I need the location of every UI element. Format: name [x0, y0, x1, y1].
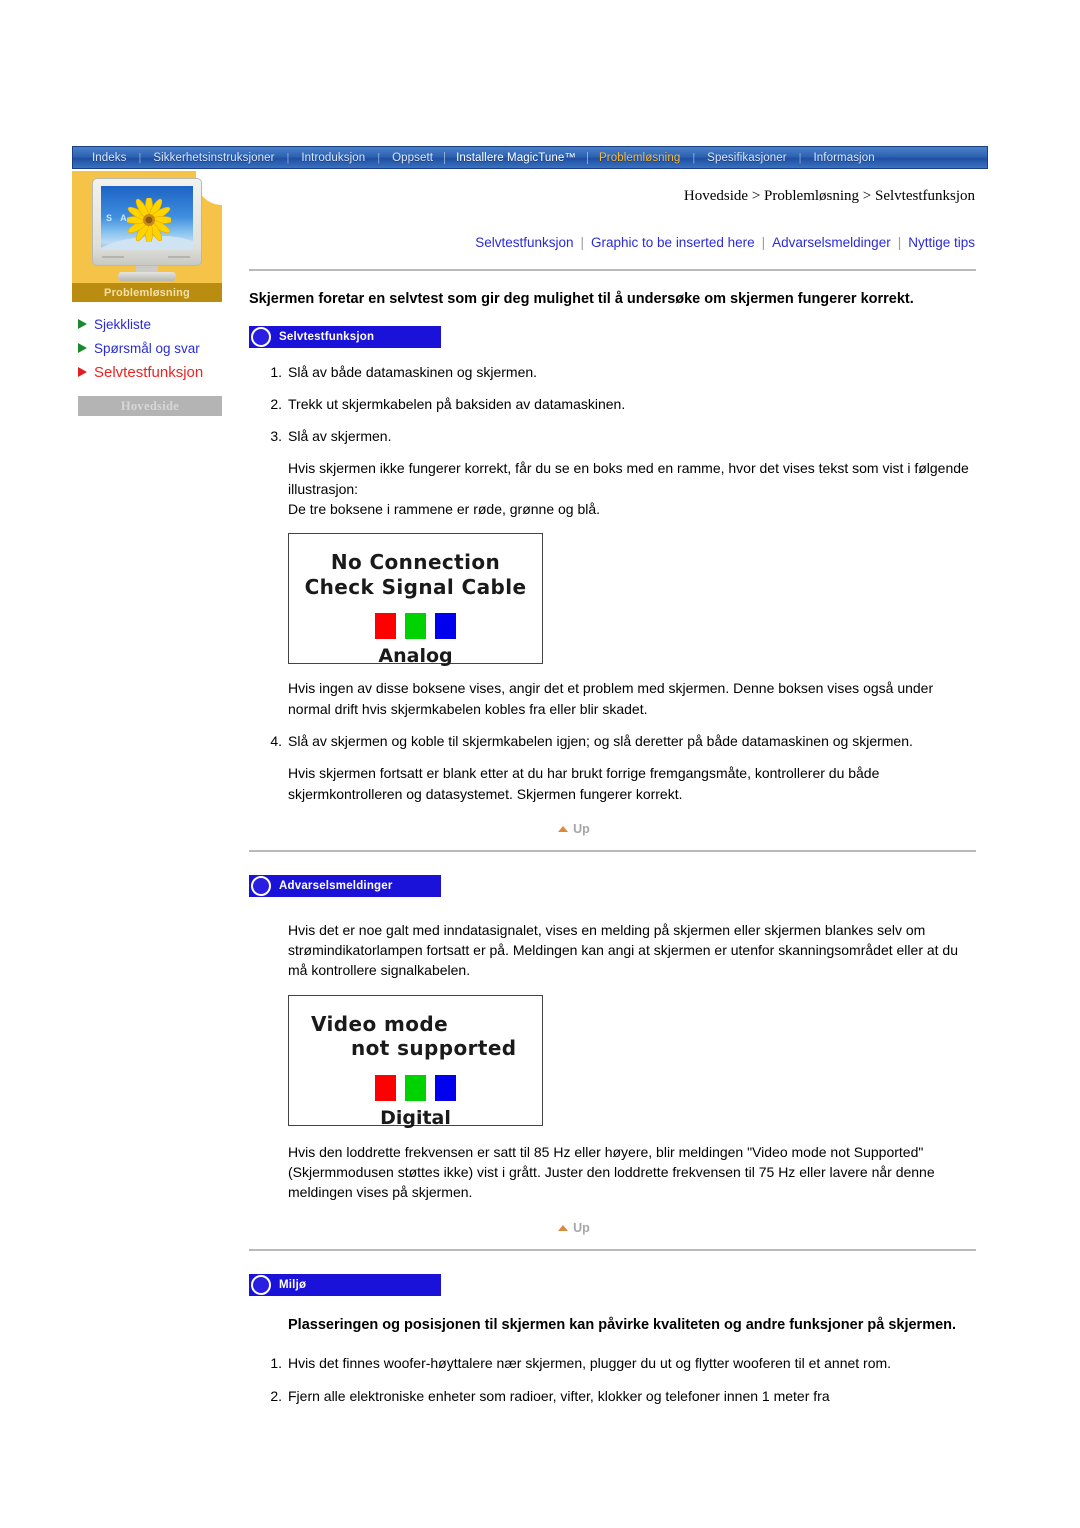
subnav-separator: | [897, 235, 902, 250]
section-banner-advarselsmeldinger: Advarselsmeldinger [249, 874, 441, 897]
section-banner-miljo: Miljø [249, 1273, 441, 1296]
section-banner-selvtestfunksjon: Selvtestfunksjon [249, 325, 441, 348]
sidebar-item-sporsmal-og-svar[interactable]: Spørsmål og svar [78, 336, 222, 360]
circle-bullet-icon [251, 1274, 271, 1295]
subnav-link-nyttige-tips[interactable]: Nyttige tips [908, 235, 975, 250]
divider-top [249, 269, 976, 271]
digital-message-box: Video mode not supported Digital [288, 994, 543, 1129]
nav-item-indeks[interactable]: Indeks [81, 152, 137, 164]
sunflower-icon [124, 195, 174, 247]
breadcrumb: Hovedside > Problemløsning > Selvtestfun… [683, 188, 975, 204]
arrow-right-icon [78, 367, 87, 377]
list-item: Fjern alle elektroniske enheter som radi… [260, 1386, 830, 1407]
triangle-up-icon [558, 1224, 569, 1231]
nav-item-spesifikasjoner[interactable]: Spesifikasjoner [696, 152, 797, 164]
selvtest-step-list: Slå av både datamaskinen og skjermen. Tr… [240, 362, 988, 447]
up-link-label: Up [573, 821, 590, 836]
sidebar-link-list: Sjekkliste Spørsmål og svar Selvtestfunk… [72, 302, 222, 384]
swatch-red [375, 613, 396, 640]
divider-section3 [249, 1248, 976, 1251]
subnav-link-selvtestfunksjon[interactable]: Selvtestfunksjon [475, 235, 573, 250]
subnav-link-advarselsmeldinger[interactable]: Advarselsmeldinger [772, 235, 891, 250]
page-root: Indeks | Sikkerhetsinstruksjoner | Intro… [0, 0, 1080, 1528]
nav-item-problemlosning[interactable]: Problemløsning [588, 152, 691, 164]
sidebar-item-label[interactable]: Spørsmål og svar [94, 341, 200, 356]
page-lead-text: Skjermen foretar en selvtest som gir deg… [249, 291, 914, 307]
analog-message-line1: No Connection [330, 550, 501, 575]
monitor-stand-base [118, 272, 176, 281]
section-banner-label: Selvtestfunksjon [279, 330, 375, 343]
list-item: Trekk ut skjermkabelen på baksiden av da… [260, 394, 626, 415]
selvtest-note-line2: De tre boksene i rammene er røde, grønne… [288, 501, 601, 518]
digital-message-line2: not supported [351, 1036, 517, 1061]
swatch-blue [435, 1074, 456, 1101]
triangle-up-icon [558, 825, 569, 832]
monitor-vent-left [102, 256, 124, 258]
digital-message-line1: Video mode [311, 1011, 449, 1036]
selvtest-step-list-continued: Slå av skjermen og koble til skjermkabel… [240, 731, 988, 752]
monitor-vent-right [168, 256, 190, 258]
analog-message-box: No Connection Check Signal Cable Analog [288, 533, 543, 668]
list-item: Hvis det finnes woofer-høyttalere nær sk… [260, 1353, 892, 1374]
swatch-green [405, 1074, 426, 1101]
top-navigation-bar: Indeks | Sikkerhetsinstruksjoner | Intro… [72, 146, 988, 169]
sidebar-item-sjekkliste[interactable]: Sjekkliste [78, 312, 222, 336]
digital-message-footer: Digital [380, 1106, 451, 1129]
subnav-separator: | [761, 235, 766, 250]
up-link-section1[interactable]: Up [240, 822, 988, 836]
list-item: Slå av skjermen og koble til skjermkabel… [260, 731, 913, 752]
circle-bullet-icon [251, 326, 271, 347]
circle-bullet-icon [251, 875, 271, 896]
sidebar: S A Problemløsning Sjekkliste Spørsmål o… [72, 171, 222, 416]
sidebar-item-label[interactable]: Sjekkliste [94, 317, 151, 332]
subnav-link-graphic-placeholder[interactable]: Graphic to be inserted here [591, 235, 755, 250]
monitor-screen: S A [101, 186, 193, 250]
sidebar-section-label: Problemløsning [72, 283, 222, 302]
up-link-label: Up [573, 1220, 590, 1235]
advarsel-after-image-text: Hvis den loddrette frekvensen er satt ti… [288, 1143, 935, 1201]
nav-item-oppsett[interactable]: Oppsett [381, 152, 444, 164]
swatch-red [375, 1074, 396, 1101]
section-banner-label: Miljø [279, 1278, 307, 1291]
selvtest-after-step4-text: Hvis skjermen fortsatt er blank etter at… [288, 765, 880, 802]
sidebar-item-label[interactable]: Selvtestfunksjon [94, 364, 203, 381]
sidebar-monitor-graphic: S A [72, 171, 222, 283]
sidebar-item-selvtestfunksjon[interactable]: Selvtestfunksjon [78, 360, 222, 384]
analog-message-line2: Check Signal Cable [304, 574, 527, 599]
rgb-swatch-group [289, 613, 542, 640]
monitor-illustration: S A [92, 178, 202, 282]
section-banner-label: Advarselsmeldinger [279, 879, 393, 892]
home-button[interactable]: Hovedside [78, 396, 222, 416]
nav-item-installere-magictune[interactable]: Installere MagicTune™ [444, 151, 589, 164]
nav-item-introduksjon[interactable]: Introduksjon [290, 152, 376, 164]
selvtest-note-line1: Hvis skjermen ikke fungerer korrekt, får… [288, 460, 969, 497]
advarsel-intro-text: Hvis det er noe galt med inndatasignalet… [288, 921, 959, 979]
arrow-right-icon [78, 319, 87, 329]
nav-item-sikkerhetsinstruksjoner[interactable]: Sikkerhetsinstruksjoner [142, 152, 285, 164]
nav-item-informasjon[interactable]: Informasjon [803, 152, 886, 164]
divider-section2 [249, 849, 976, 852]
up-link-section2[interactable]: Up [240, 1221, 988, 1235]
swatch-blue [435, 613, 456, 640]
analog-message-footer: Analog [378, 645, 453, 668]
list-item: Slå av skjermen. [260, 426, 392, 447]
rgb-swatch-group [289, 1074, 542, 1101]
swatch-green [405, 613, 426, 640]
subnav-separator: | [580, 235, 585, 250]
sub-navigation: Selvtestfunksjon | Graphic to be inserted … [240, 205, 988, 250]
miljo-lead-text: Plasseringen og posisjonen til skjermen … [288, 1316, 957, 1333]
selvtest-after-image-text: Hvis ingen av disse boksene vises, angir… [288, 680, 934, 717]
miljo-step-list: Hvis det finnes woofer-høyttalere nær sk… [240, 1353, 988, 1406]
main-content: Hovedside > Problemløsning > Selvtestfun… [240, 171, 988, 1418]
arrow-right-icon [78, 343, 87, 353]
list-item: Slå av både datamaskinen og skjermen. [260, 362, 538, 383]
